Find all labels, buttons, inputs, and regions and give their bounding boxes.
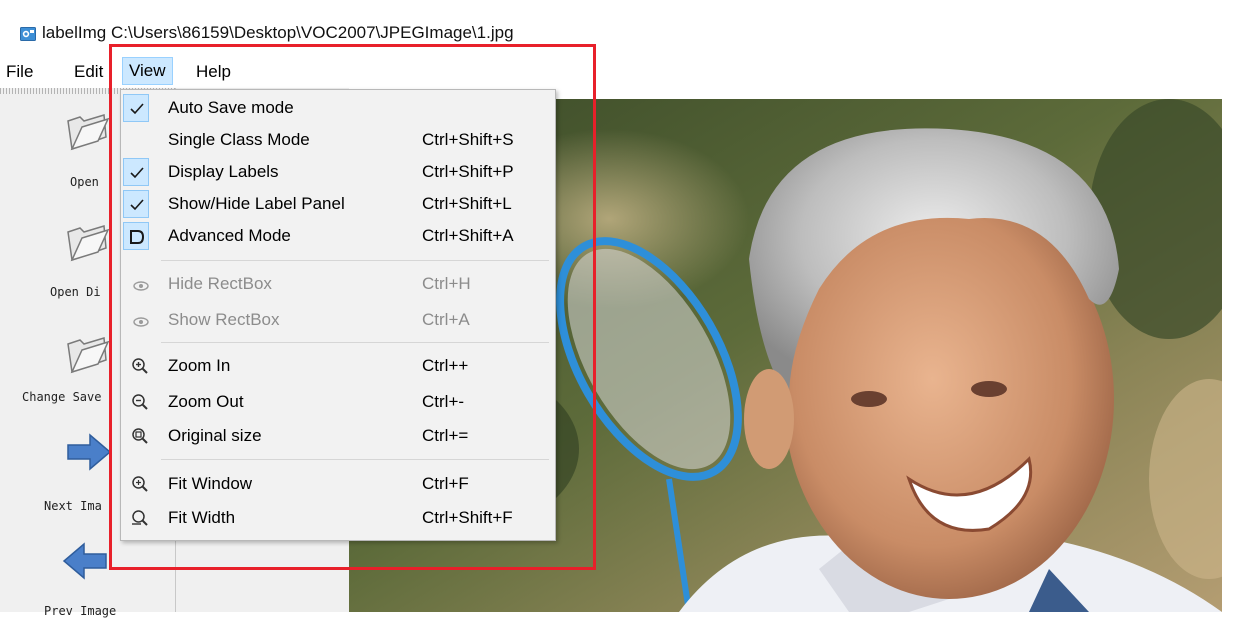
toolbar-open-dir-label[interactable]: Open Di	[50, 285, 101, 299]
toolbar-prev-image-label[interactable]: Prev Image	[44, 604, 116, 618]
toolbar-change-save-label[interactable]: Change Save	[22, 390, 101, 404]
folder-open-icon[interactable]	[64, 218, 110, 264]
arrow-left-icon[interactable]	[62, 541, 108, 581]
folder-open-icon[interactable]	[64, 107, 110, 153]
vertical-scrollbar[interactable]	[1222, 99, 1254, 612]
menu-file[interactable]: File	[0, 58, 39, 86]
toolbar-open-label[interactable]: Open	[70, 175, 99, 189]
window-title: labelImg C:\Users\86159\Desktop\VOC2007\…	[42, 23, 514, 42]
arrow-right-icon[interactable]	[66, 432, 112, 472]
annotation-highlight-box	[109, 44, 596, 570]
menu-edit[interactable]: Edit	[68, 58, 109, 86]
folder-open-icon[interactable]	[64, 330, 110, 376]
toolbar-next-image-label[interactable]: Next Ima	[44, 499, 102, 513]
labelimg-app-icon	[20, 27, 36, 41]
